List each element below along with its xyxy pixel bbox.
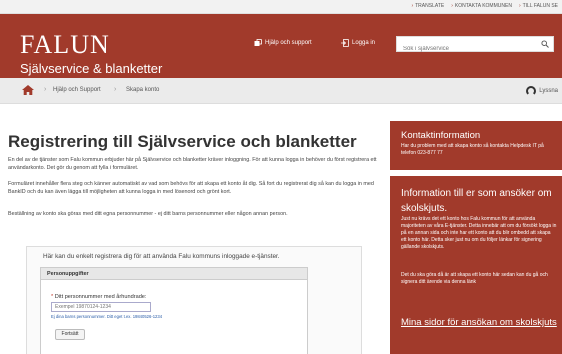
login-label: Logga in [352, 40, 376, 46]
falun-logo[interactable]: FALUN [20, 32, 110, 58]
contact-municipality-label: KONTAKTA KOMMUNEN [454, 3, 512, 9]
search-input[interactable] [397, 42, 527, 56]
chevron-right-icon: › [411, 3, 414, 9]
registration-form: Personuppgifter * Ditt personnummer med … [40, 267, 308, 354]
top-utility-bar: › TRANSLATE › KONTAKTA KOMMUNEN › TILL FALU… [0, 0, 562, 14]
help-support-link[interactable]: Hjälp och support [254, 39, 312, 47]
personal-number-field[interactable] [51, 302, 151, 312]
breadcrumb-help-support[interactable]: Hjälp och Support [53, 87, 101, 93]
contact-text: Har du problem med att skapa konto så ko… [401, 143, 544, 156]
pnr-hint: Ej dina barns personnummer. Ditt eget t.… [51, 314, 163, 319]
translate-link[interactable]: › TRANSLATE [411, 3, 444, 9]
required-mark: * [51, 294, 54, 300]
site-header: FALUN Självservice & blanketter Hjälp oc… [0, 14, 562, 78]
search-box [396, 36, 554, 56]
page-title: Registrering till Självservice och blank… [8, 132, 357, 151]
login-icon [341, 39, 349, 47]
form-section-title: Personuppgifter [41, 268, 307, 280]
falun-se-label: TILL FALUN SE [522, 3, 558, 9]
help-support-label: Hjälp och support [265, 40, 312, 46]
chevron-right-icon: › [518, 3, 521, 9]
breadcrumb-separator: › [44, 86, 47, 93]
school-transport-box: Information till er som ansöker om skols… [390, 176, 562, 354]
breadcrumb-create-account: Skapa konto [126, 87, 160, 93]
contact-municipality-link[interactable]: › KONTAKTA KOMMUNEN [451, 3, 512, 9]
pnr-label-text: Ditt personnummer med århundrade: [54, 294, 147, 300]
listen-button[interactable]: Lyssna [526, 86, 558, 96]
continue-button[interactable]: Fortsätt [55, 329, 85, 340]
breadcrumb-separator: › [114, 86, 117, 93]
utility-links: › TRANSLATE › KONTAKTA KOMMUNEN › TILL FALU… [411, 3, 558, 9]
chevron-right-icon: › [451, 3, 453, 9]
contact-info-box: Kontaktinformation Har du problem med at… [390, 121, 562, 170]
my-pages-school-transport-link[interactable]: Mina sidor för ansökan om skolskjuts [401, 316, 559, 329]
login-link[interactable]: Logga in [341, 39, 375, 47]
home-icon[interactable] [22, 85, 34, 95]
breadcrumb: › Hjälp och Support › Skapa konto Lyssna [0, 78, 562, 104]
form-info-paragraph: Formuläret innehåller flera steg och kän… [8, 181, 374, 195]
school-transport-instructions: Det du ska göra då är att skapa ett kont… [401, 272, 548, 285]
headphones-icon [526, 86, 537, 96]
site-title: Självservice & blanketter [20, 61, 163, 76]
registration-panel: Här kan du enkelt registrera dig för att… [26, 246, 362, 354]
intro-paragraph: En del av de tjänster som Falu kommun er… [8, 157, 377, 171]
contact-heading: Kontaktinformation [401, 130, 481, 141]
pnr-label: * Ditt personnummer med århundrade: [51, 294, 146, 300]
school-transport-heading: Information till er som ansöker om skols… [401, 188, 552, 214]
translate-link-label: TRANSLATE [415, 3, 445, 9]
form-intro: Här kan du enkelt registrera dig för att… [43, 253, 280, 260]
falun-se-link[interactable]: › TILL FALUN SE [519, 3, 558, 9]
search-icon[interactable] [541, 40, 549, 48]
school-transport-text: Just nu krävs det ett konto hos Falu kom… [401, 216, 557, 250]
help-icon [254, 39, 262, 46]
own-pnr-paragraph: Beställning av konto ska göras med ditt … [8, 211, 288, 217]
listen-label: Lyssna [539, 88, 558, 94]
